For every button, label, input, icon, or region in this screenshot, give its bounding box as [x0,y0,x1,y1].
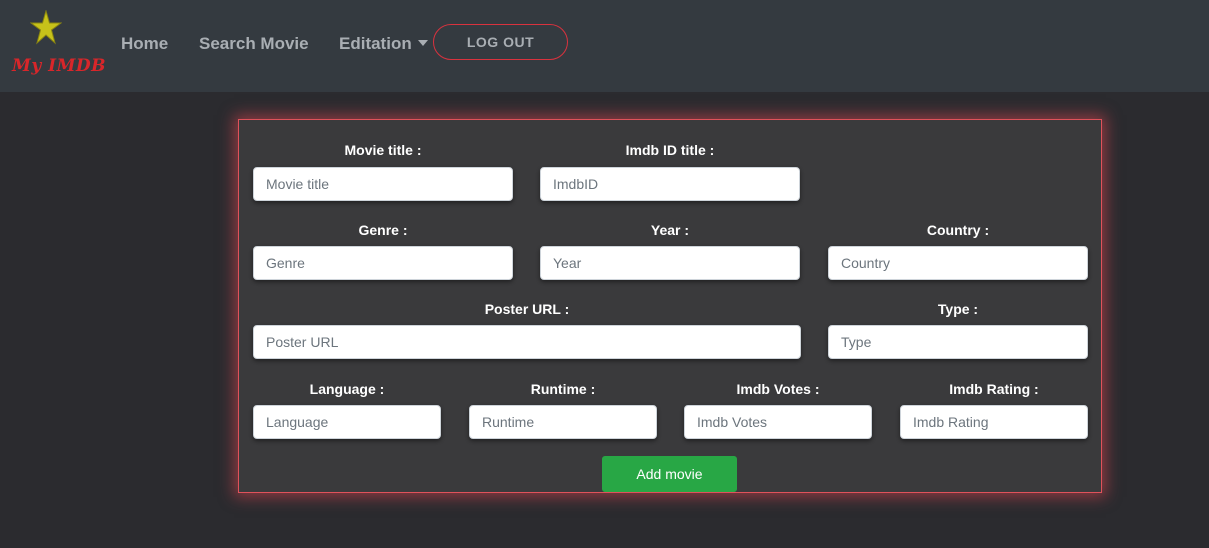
nav-home-link[interactable]: Home [121,34,168,54]
imdb-votes-label: Imdb Votes : [736,381,820,397]
language-label: Language : [309,381,385,397]
movie-title-label: Movie title : [344,142,422,158]
imdb-id-label: Imdb ID title : [625,142,715,158]
type-input[interactable] [828,325,1088,359]
imdb-votes-input[interactable] [684,405,872,439]
star-icon [30,10,62,45]
movie-title-input[interactable] [253,167,513,201]
poster-url-input[interactable] [253,325,801,359]
runtime-label: Runtime : [530,381,596,397]
navbar: My IMDB Home Search Movie Editation LOG … [0,0,1209,92]
add-movie-form: Movie title : Imdb ID title : Genre : Ye… [238,119,1102,493]
imdb-rating-label: Imdb Rating : [949,381,1039,397]
brand-text: My IMDB [12,56,106,76]
country-input[interactable] [828,246,1088,280]
type-label: Type : [937,301,979,317]
brand-logo[interactable]: My IMDB [8,10,106,82]
language-input[interactable] [253,405,441,439]
imdb-rating-input[interactable] [900,405,1088,439]
year-label: Year : [650,222,690,238]
poster-url-label: Poster URL : [484,301,570,317]
nav-editation-dropdown[interactable]: Editation [339,34,428,54]
add-movie-button[interactable]: Add movie [602,456,737,492]
logout-button[interactable]: LOG OUT [433,24,568,60]
caret-down-icon [417,40,428,46]
country-label: Country : [926,222,990,238]
year-input[interactable] [540,246,800,280]
genre-label: Genre : [358,222,408,238]
nav-editation-label: Editation [339,34,412,53]
imdb-id-input[interactable] [540,167,800,201]
runtime-input[interactable] [469,405,657,439]
genre-input[interactable] [253,246,513,280]
nav-search-movie-link[interactable]: Search Movie [199,34,309,54]
